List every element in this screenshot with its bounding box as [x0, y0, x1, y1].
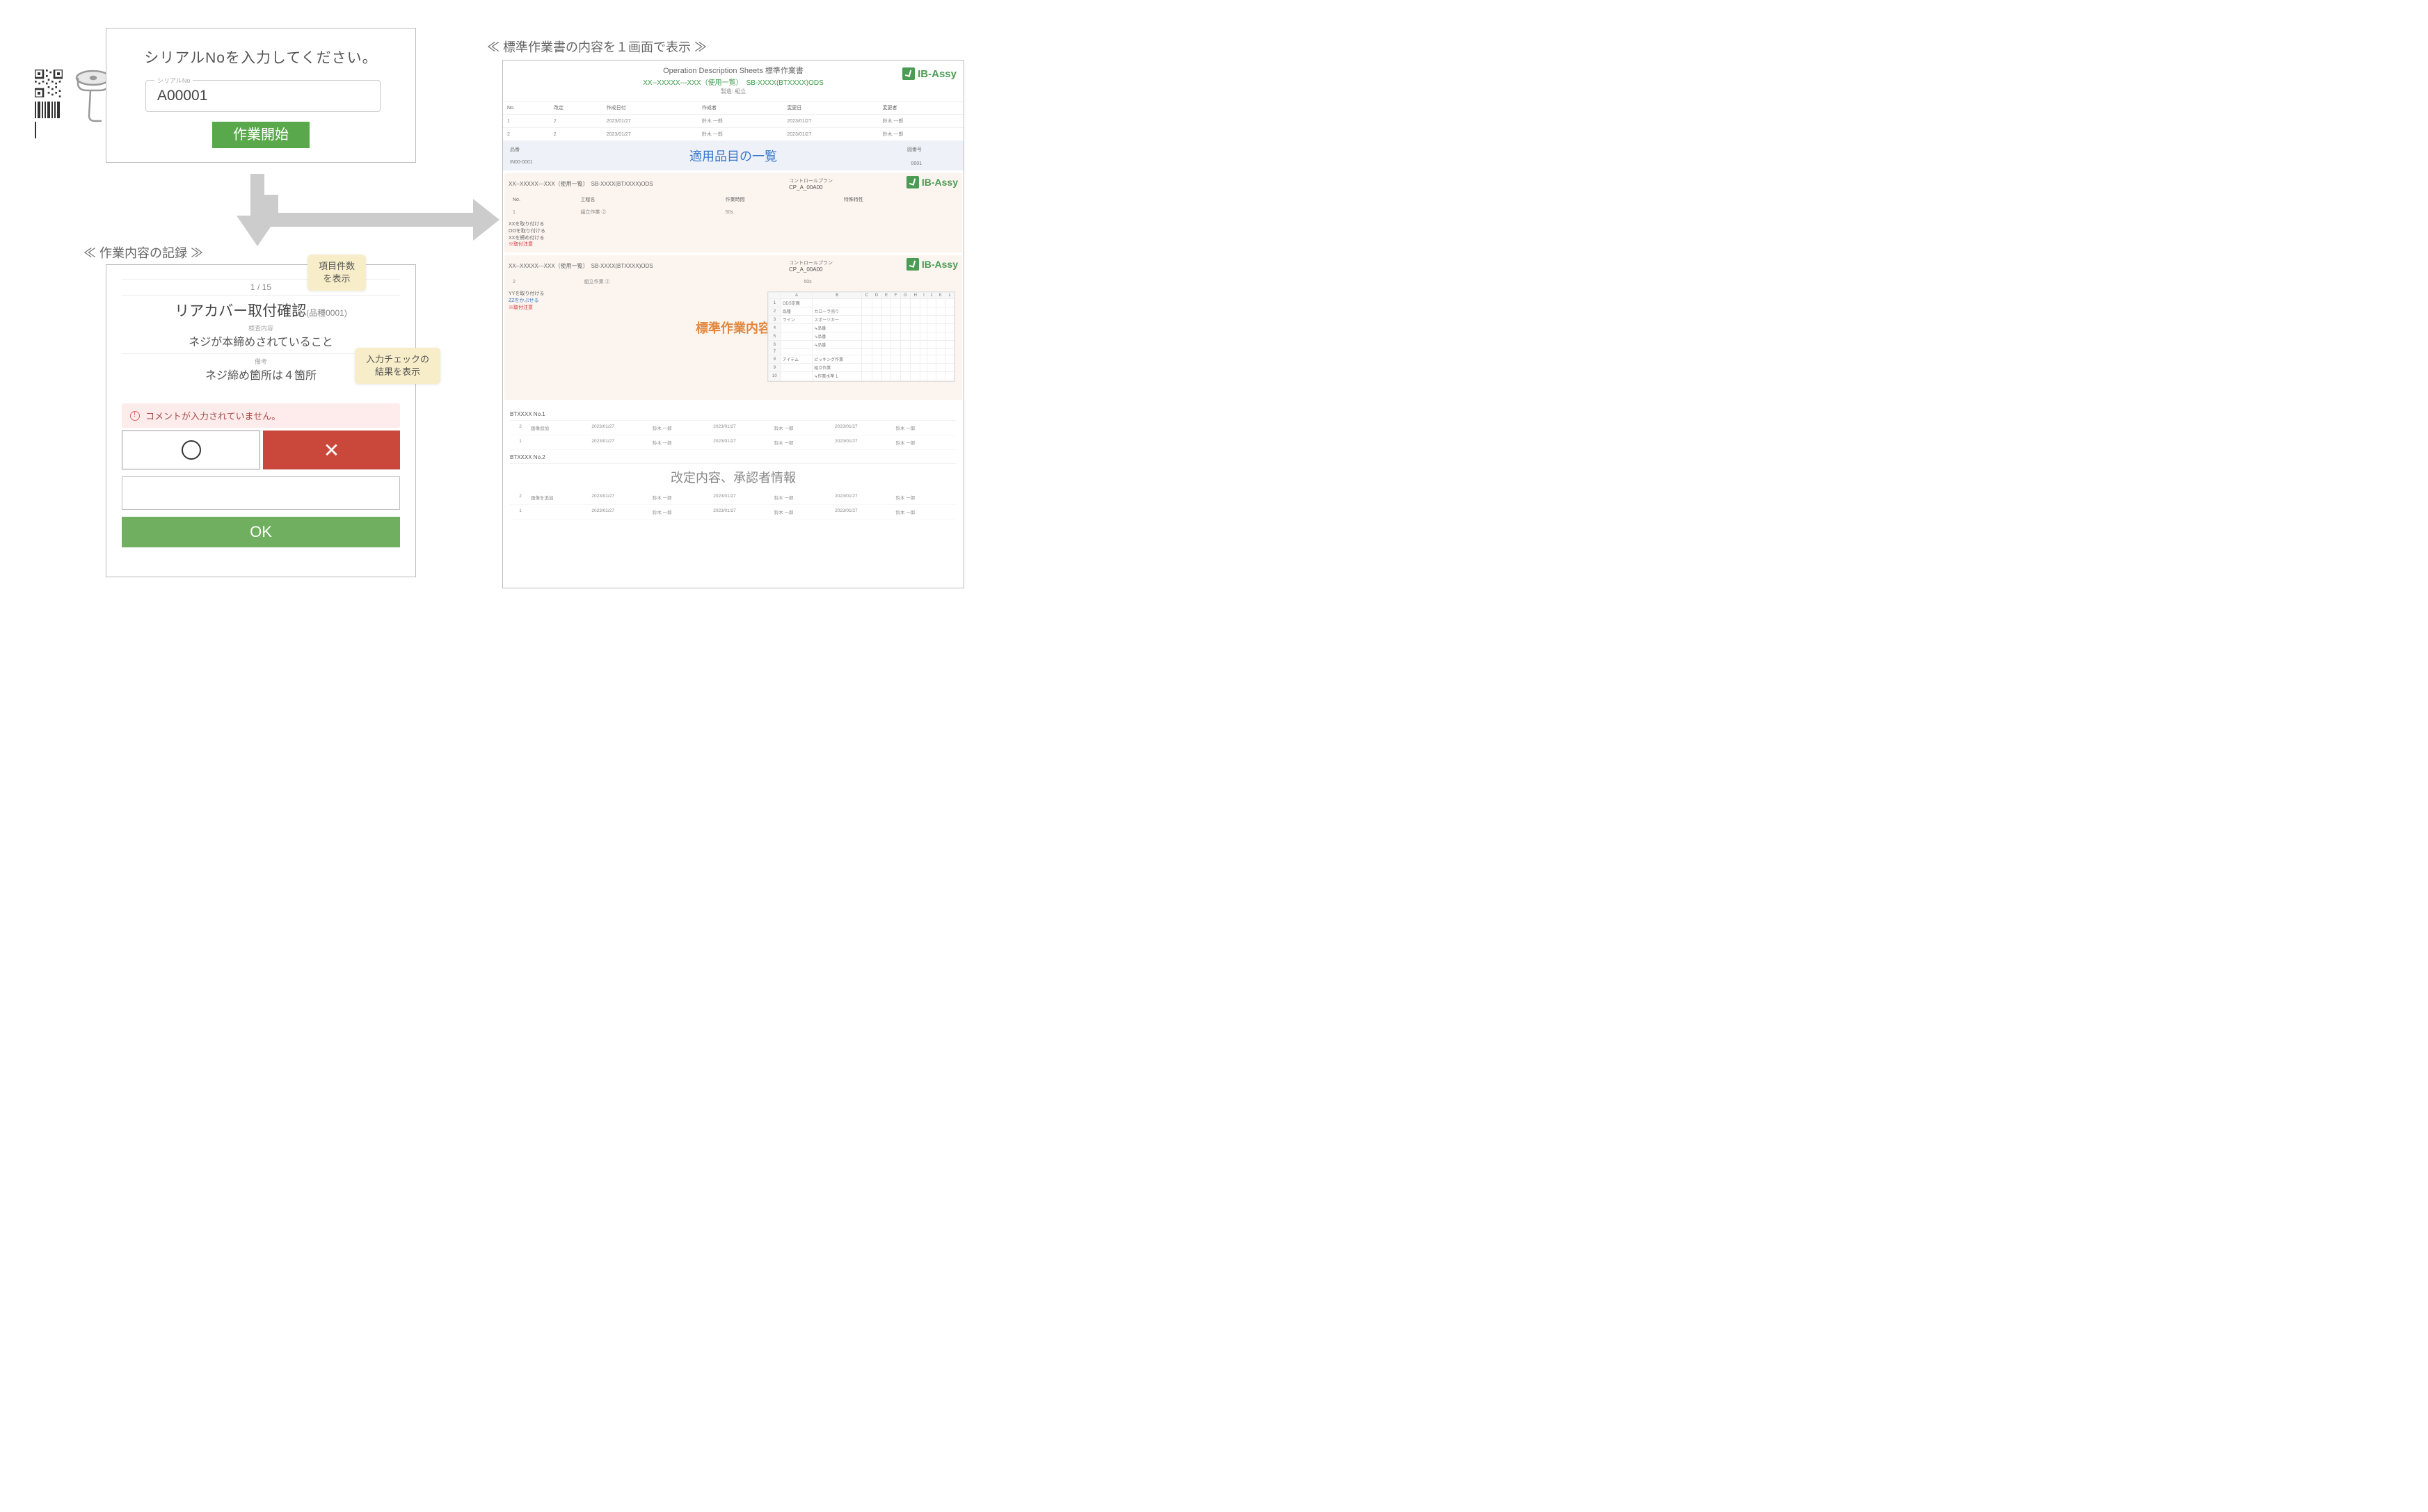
ods-header: Operation Description Sheets 標準作業書 XX--X… [503, 61, 964, 99]
validation-error-text: コメントが入力されていません。 [145, 409, 280, 422]
callout-validation: 入力チェックの 結果を表示 [355, 348, 440, 384]
block1-table: No.工程名作業時間特殊特性1組立作業 ②50s [509, 193, 958, 218]
logo-icon [906, 258, 919, 271]
logo-icon [902, 67, 915, 80]
revision-block: BTXXXX No.1 2画像追加2023/01/27鈴木 一郎2023/01/… [503, 403, 964, 524]
cp-value: CP_A_00A00 [789, 184, 822, 191]
block1-notes: XXを取り付けるOOを取り付けるXXを締め付ける※取付注意 [509, 221, 958, 248]
cp-label: コントロールプラン [789, 261, 833, 266]
standard-work-overlay: 標準作業内容 [696, 319, 771, 337]
block2-title: XX--XXXXX---XXX（使用一覧） SB-XXXX(BTXXXX)ODS [509, 262, 653, 270]
callout-item-count: 項目件数 を表示 [308, 255, 366, 291]
barcode-icon [35, 102, 63, 118]
fail-button[interactable]: ✕ [263, 431, 400, 469]
rev-block2-label: BTXXXX No.2 [510, 450, 957, 464]
block1-title: XX--XXXXX---XXX（使用一覧） SB-XXXX(BTXXXX)ODS [509, 180, 653, 188]
drawing-no-value: 0001 [911, 161, 922, 166]
ods-top-table: No.改定作成日付作成者変更日変更者122023/01/27鈴木 一郎2023/… [503, 101, 964, 140]
work-item-title-text: リアカバー取付確認 [175, 303, 306, 319]
logo-text: IB-Assy [922, 259, 958, 270]
work-record-panel: 1 / 15 リアカバー取付確認(品種0001) 検査内容 ネジが本締めされてい… [106, 264, 416, 577]
inspection-label: 検査内容 [122, 323, 400, 332]
work-item-title: リアカバー取付確認(品種0001) [122, 300, 400, 321]
pass-button[interactable] [122, 431, 260, 469]
ibassy-logo: IB-Assy [906, 176, 958, 188]
drawing-no-label: 図番号 [907, 146, 922, 153]
x-icon: ✕ [324, 439, 340, 462]
mini-spreadsheet: ABCDEFGHIJKL1ODS定義2品種カローラ売り3ラインスポーツカー4↳品… [767, 291, 955, 382]
work-record-section-label: ≪ 作業内容の記録 ≫ [83, 243, 203, 262]
ibassy-logo: IB-Assy [902, 67, 957, 80]
rev-block1-label: BTXXXX No.1 [510, 407, 957, 421]
cp-label: コントロールプラン [789, 179, 833, 184]
applied-items-overlay: 適用品目の一覧 [689, 147, 777, 165]
ods-subtitle: XX--XXXXX---XXX（使用一覧） SB-XXXX(BTXXXX)ODS [507, 77, 959, 87]
ods-process: 製造: 組立 [507, 88, 959, 95]
circle-icon [182, 440, 201, 460]
ibassy-logo: IB-Assy [906, 258, 958, 271]
logo-text: IB-Assy [918, 68, 957, 80]
qr-icon [35, 70, 63, 97]
block2-table: 2組立作業 ②50s [509, 275, 958, 288]
validation-error: コメントが入力されていません。 [122, 403, 400, 428]
ods-block-2: XX--XXXXX---XXX（使用一覧） SB-XXXX(BTXXXX)ODS… [504, 255, 962, 400]
ods-title: Operation Description Sheets 標準作業書 [507, 65, 959, 76]
logo-icon [906, 176, 919, 188]
arrow-right-icon [264, 195, 501, 247]
work-item-title-suffix: (品種0001) [306, 308, 347, 318]
start-work-button[interactable]: 作業開始 [212, 122, 310, 148]
applied-items-band: 品番 IN00-0001 図番号 0001 適用品目の一覧 [503, 140, 964, 170]
cp-value: CP_A_00A00 [789, 266, 822, 273]
ods-block-1: XX--XXXXX---XXX（使用一覧） SB-XXXX(BTXXXX)ODS… [504, 173, 962, 252]
serial-prompt: シリアルNoを入力してください。 [106, 47, 415, 67]
ods-panel: Operation Description Sheets 標準作業書 XX--X… [502, 60, 964, 588]
warning-icon [130, 411, 140, 421]
serial-input-panel: シリアルNoを入力してください。 シリアルNo A00001 作業開始 [106, 28, 416, 163]
logo-text: IB-Assy [922, 177, 958, 188]
serial-field-label: シリアルNo [154, 76, 193, 85]
ok-button[interactable]: OK [122, 517, 400, 547]
ods-section-label: ≪ 標準作業書の内容を１画面で表示 ≫ [487, 38, 707, 56]
revision-overlay: 改定内容、承認者情報 [510, 464, 957, 490]
serial-field-value: A00001 [157, 88, 369, 104]
comment-input[interactable] [122, 476, 400, 510]
serial-input[interactable]: シリアルNo A00001 [145, 80, 381, 112]
